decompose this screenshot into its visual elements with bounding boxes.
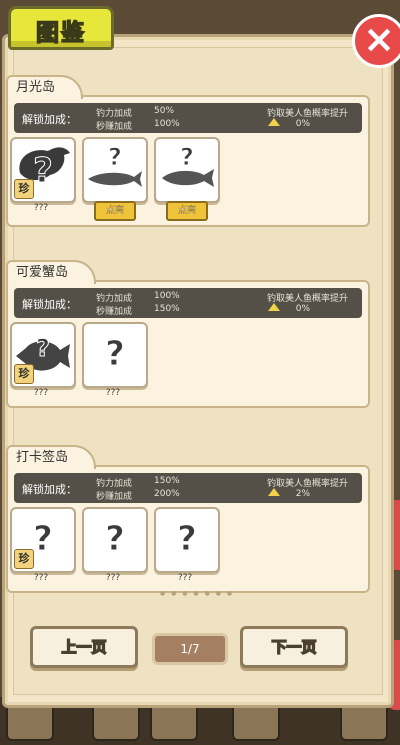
- close-x-icon: ×: [363, 17, 395, 61]
- unlock-label: 解锁加成：: [22, 483, 77, 496]
- question-mark: ?: [36, 334, 51, 363]
- unlock-label: 解锁加成：: [22, 113, 77, 126]
- island-section: 打卡签岛 解锁加成： 钓力加成 150% 秒赚加成 200% 钓取美人鱼概率提升…: [6, 445, 370, 593]
- mermaid-rate-value: 0%: [295, 119, 310, 129]
- fish-card[interactable]: ?: [82, 322, 148, 388]
- prev-page-button[interactable]: 上一页: [30, 626, 138, 668]
- fish-card[interactable]: ?: [154, 137, 220, 203]
- mermaid-rate-value: 0%: [295, 304, 310, 314]
- fishing-power-value: 150%: [154, 476, 180, 486]
- island-name: 月光岛: [6, 75, 84, 99]
- mermaid-rate-value: 2%: [295, 489, 310, 499]
- island-name: 打卡签岛: [6, 445, 97, 469]
- question-mark: ?: [177, 519, 198, 560]
- bonus-bar: 解锁加成： 钓力加成 50% 秒赚加成 100% 钓取美人鱼概率提升 0%: [14, 103, 362, 133]
- page-indicator: 1/7: [152, 633, 228, 665]
- rare-badge: 珍: [14, 179, 34, 199]
- fish-name: ???: [33, 203, 49, 213]
- fish-card[interactable]: ? 珍: [10, 507, 76, 573]
- island-name: 可爱蟹岛: [6, 260, 97, 284]
- close-button[interactable]: ×: [352, 14, 400, 68]
- fishing-power-label: 钓力加成: [96, 479, 133, 489]
- gold-per-sec-label: 秒赚加成: [96, 492, 133, 502]
- gold-per-sec-label: 秒赚加成: [96, 122, 133, 132]
- rare-badge: 珍: [14, 364, 34, 384]
- fish-name: ???: [105, 573, 121, 583]
- question-mark: ?: [180, 143, 195, 172]
- light-up-button[interactable]: 点亮: [94, 201, 136, 221]
- gold-per-sec-value: 100%: [154, 119, 180, 129]
- fishing-power-label: 钓力加成: [96, 109, 133, 119]
- next-page-button[interactable]: 下一页: [240, 626, 348, 668]
- rare-badge: 珍: [14, 549, 34, 569]
- unlock-label: 解锁加成：: [22, 298, 77, 311]
- longfish-silhouette-icon: [88, 171, 142, 187]
- question-mark: ?: [108, 143, 123, 172]
- fishing-power-value: 50%: [154, 106, 175, 116]
- up-arrow-icon: [268, 118, 280, 126]
- fish-name: ???: [105, 388, 121, 398]
- question-mark: ?: [105, 519, 126, 560]
- island-section: 月光岛 解锁加成： 钓力加成 50% 秒赚加成 100% 钓取美人鱼概率提升 0…: [6, 75, 370, 227]
- fish-card[interactable]: ?: [82, 507, 148, 573]
- fish-name: ???: [177, 573, 193, 583]
- fish-card[interactable]: ? 珍: [10, 137, 76, 203]
- fish-name: ???: [33, 573, 49, 583]
- question-mark: ?: [105, 334, 126, 375]
- gold-per-sec-value: 150%: [154, 304, 180, 314]
- bonus-bar: 解锁加成： 钓力加成 150% 秒赚加成 200% 钓取美人鱼概率提升 2%: [14, 473, 362, 503]
- fish-name: ???: [33, 388, 49, 398]
- gold-per-sec-label: 秒赚加成: [96, 307, 133, 317]
- up-arrow-icon: [268, 488, 280, 496]
- scroll-indicator: ● ● ● ● ● ● ●: [160, 590, 235, 597]
- bonus-bar: 解锁加成： 钓力加成 100% 秒赚加成 150% 钓取美人鱼概率提升 0%: [14, 288, 362, 318]
- light-up-button[interactable]: 点亮: [166, 201, 208, 221]
- fish-card[interactable]: ?: [154, 507, 220, 573]
- fishing-power-label: 钓力加成: [96, 294, 133, 304]
- fishing-power-value: 100%: [154, 291, 180, 301]
- page-title: 图鉴: [35, 19, 86, 47]
- title-tab: 图鉴: [8, 6, 114, 50]
- up-arrow-icon: [268, 303, 280, 311]
- fish-card[interactable]: ? 珍: [10, 322, 76, 388]
- island-section: 可爱蟹岛 解锁加成： 钓力加成 100% 秒赚加成 150% 钓取美人鱼概率提升…: [6, 260, 370, 408]
- gold-per-sec-value: 200%: [154, 489, 180, 499]
- fish-card[interactable]: ?: [82, 137, 148, 203]
